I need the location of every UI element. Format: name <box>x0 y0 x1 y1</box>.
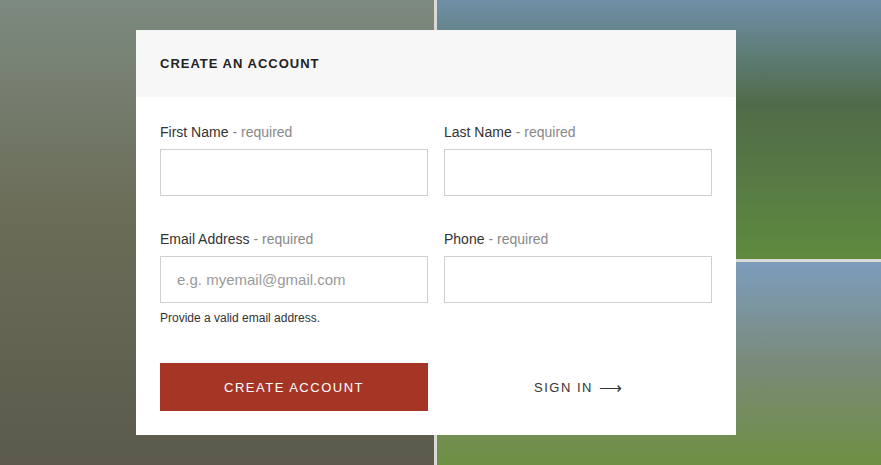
page: CREATE AN ACCOUNT First Name- required Las… <box>0 0 881 465</box>
text-input[interactable] <box>160 149 428 196</box>
form-field: Email Address- required Provide a valid e… <box>160 230 428 325</box>
text-input[interactable] <box>160 256 428 303</box>
field-label: Email Address- required <box>160 230 428 248</box>
required-note: - required <box>232 124 292 140</box>
create-account-button[interactable]: CREATE ACCOUNT <box>160 363 428 411</box>
text-input[interactable] <box>444 256 712 303</box>
field-help: Provide a valid email address. <box>160 311 428 325</box>
form-body: First Name- required Last Name- required E… <box>136 97 736 435</box>
form-field: First Name- required <box>160 123 428 196</box>
field-label: First Name- required <box>160 123 428 141</box>
card-header: CREATE AN ACCOUNT <box>136 30 736 97</box>
form-field: Last Name- required <box>444 123 712 196</box>
field-label: Phone- required <box>444 230 712 248</box>
text-input[interactable] <box>444 149 712 196</box>
arrow-icon: ⟶ <box>599 378 622 397</box>
sign-in-link[interactable]: SIGN IN⟶ <box>444 363 712 411</box>
account-card: CREATE AN ACCOUNT First Name- required Las… <box>136 30 736 435</box>
form-field: Phone- required <box>444 230 712 303</box>
required-note: - required <box>488 231 548 247</box>
field-label: Last Name- required <box>444 123 712 141</box>
card-title: CREATE AN ACCOUNT <box>160 56 320 71</box>
stage: CREATE AN ACCOUNT First Name- required Las… <box>0 0 881 465</box>
required-note: - required <box>253 231 313 247</box>
required-note: - required <box>516 124 576 140</box>
